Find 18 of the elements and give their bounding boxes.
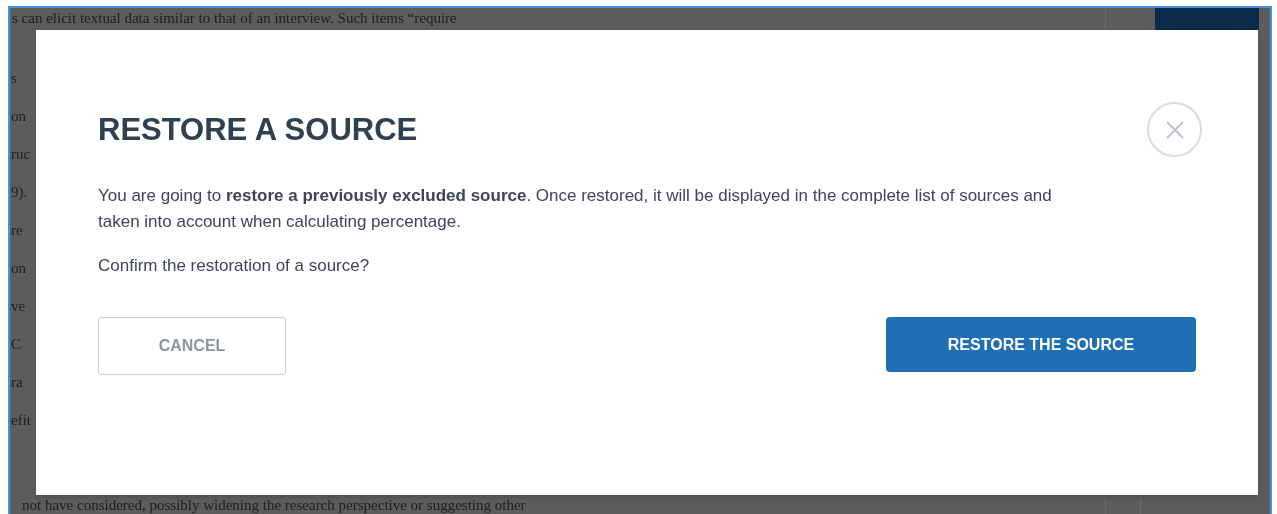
document-text: s	[11, 69, 18, 88]
document-text: s can elicit textual data similar to that of an interview. Such items “require	[12, 9, 457, 28]
document-text: 9).	[11, 183, 29, 202]
document-text: not have considered, possibly widening the research perspective or suggesting other	[22, 497, 526, 514]
document-text: on	[11, 259, 27, 278]
document-text: re	[11, 221, 24, 240]
close-icon[interactable]	[1147, 102, 1202, 157]
document-text: ve	[11, 297, 27, 316]
document-text: on	[11, 107, 27, 126]
dialog-message: You are going to restore a previously excluded source. Once restored, it will be displayed in the complete list of sources and taken into account when calculating percentage.	[98, 185, 1053, 233]
document-text: ruc	[11, 145, 31, 164]
document-text: C	[11, 335, 22, 354]
dialog-title: RESTORE A SOURCE	[98, 111, 418, 149]
document-text: efit	[11, 411, 31, 430]
confirm-question: Confirm the restoration of a source?	[98, 255, 371, 277]
cancel-button[interactable]: CANCEL	[98, 317, 286, 375]
restore-button[interactable]: RESTORE THE SOURCE	[886, 317, 1196, 372]
document-text: ra	[11, 373, 24, 392]
